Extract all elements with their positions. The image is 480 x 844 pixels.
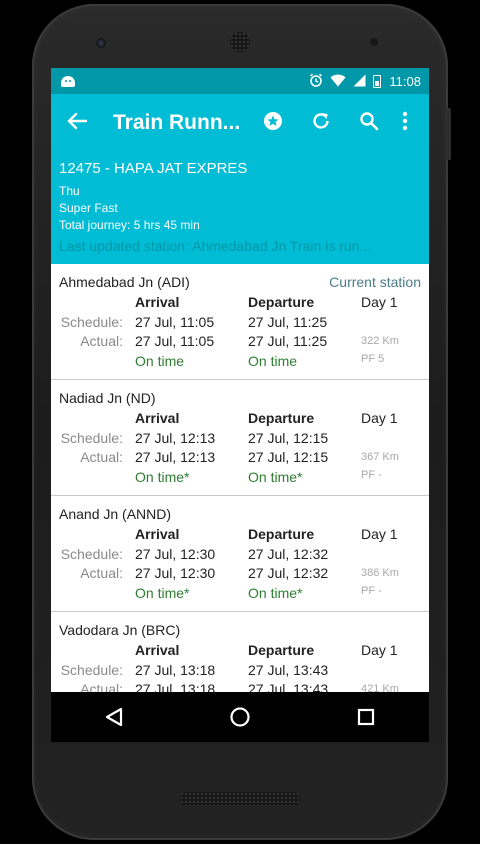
arrival-header: Arrival <box>135 642 180 658</box>
earpiece-speaker <box>230 32 250 52</box>
recents-square-icon[interactable] <box>336 697 396 737</box>
refresh-icon[interactable] <box>297 111 345 135</box>
station-day: Day 1 <box>361 526 398 542</box>
actual-label: Actual: <box>80 449 123 465</box>
departure-status: On time <box>248 353 298 369</box>
home-circle-icon[interactable] <box>210 697 270 737</box>
actual-arrival: 27 Jul, 12:30 <box>135 565 216 581</box>
station-name: Anand Jn (ANND) <box>59 506 172 522</box>
power-button <box>445 108 451 160</box>
departure-header: Departure <box>248 294 315 310</box>
scheduled-arrival: 27 Jul, 12:13 <box>135 430 216 446</box>
scheduled-departure: 27 Jul, 11:25 <box>248 314 328 330</box>
station-item[interactable]: Anand Jn (ANND) Arrival Departure Day 1 … <box>51 496 429 612</box>
actual-departure: 27 Jul, 12:15 <box>248 449 329 465</box>
screen: 11:08 Train Runn... 12475 - HAPA JAT EXP… <box>51 68 429 742</box>
app-bar: Train Runn... <box>51 94 429 152</box>
wifi-icon <box>330 74 346 89</box>
status-bar: 11:08 <box>51 68 429 94</box>
train-type: Super Fast <box>59 201 118 215</box>
station-platform: PF - <box>361 585 382 597</box>
arrow-left-icon[interactable] <box>67 110 107 136</box>
arrival-status: On time <box>135 353 185 369</box>
station-item[interactable]: Ahmedabad Jn (ADI) Current station Arriv… <box>51 264 429 380</box>
schedule-label: Schedule: <box>60 546 123 562</box>
departure-status: On time* <box>248 469 303 485</box>
station-distance: 367 Km <box>361 451 399 463</box>
signal-icon <box>353 74 366 89</box>
bottom-speaker <box>180 792 300 806</box>
station-name: Vadodara Jn (BRC) <box>59 622 181 638</box>
arrival-status: On time* <box>135 469 190 485</box>
schedule-label: Schedule: <box>60 314 123 330</box>
scheduled-departure: 27 Jul, 12:32 <box>248 546 329 562</box>
arrival-header: Arrival <box>135 526 180 542</box>
station-item[interactable]: Nadiad Jn (ND) Arrival Departure Day 1 S… <box>51 380 429 496</box>
scheduled-departure: 27 Jul, 13:43 <box>248 662 329 678</box>
departure-header: Departure <box>248 642 315 658</box>
departure-header: Departure <box>248 410 315 426</box>
android-notification-icon <box>61 75 75 87</box>
nav-bar <box>51 692 429 742</box>
scheduled-arrival: 27 Jul, 12:30 <box>135 546 216 562</box>
station-day: Day 1 <box>361 294 398 310</box>
departure-status: On time* <box>248 585 303 601</box>
current-station-label: Current station <box>329 274 421 290</box>
back-triangle-icon[interactable] <box>84 697 144 737</box>
proximity-sensor <box>370 38 378 46</box>
station-distance: 386 Km <box>361 567 399 579</box>
train-name: 12475 - HAPA JAT EXPRES <box>59 160 248 177</box>
station-name: Nadiad Jn (ND) <box>59 390 156 406</box>
scheduled-arrival: 27 Jul, 13:18 <box>135 662 216 678</box>
train-day: Thu <box>59 184 80 198</box>
last-updated-station: Last updated station: Ahmedabad Jn Train… <box>59 238 372 254</box>
scheduled-arrival: 27 Jul, 11:05 <box>135 314 215 330</box>
arrival-header: Arrival <box>135 410 180 426</box>
train-info-header: 12475 - HAPA JAT EXPRES Thu Super Fast T… <box>51 152 429 264</box>
status-time: 11:08 <box>389 73 421 89</box>
departure-header: Departure <box>248 526 315 542</box>
alarm-icon <box>309 73 323 89</box>
page-title: Train Runn... <box>113 111 241 134</box>
more-vert-icon[interactable] <box>393 111 417 135</box>
battery-icon <box>373 74 382 88</box>
star-circle-icon[interactable] <box>249 111 297 135</box>
schedule-label: Schedule: <box>60 662 123 678</box>
arrival-status: On time* <box>135 585 190 601</box>
actual-departure: 27 Jul, 11:25 <box>248 333 328 349</box>
train-journey-time: Total journey: 5 hrs 45 min <box>59 218 200 232</box>
station-day: Day 1 <box>361 642 398 658</box>
front-camera <box>96 38 106 48</box>
station-platform: PF - <box>361 469 382 481</box>
station-day: Day 1 <box>361 410 398 426</box>
actual-departure: 27 Jul, 12:32 <box>248 565 329 581</box>
actual-label: Actual: <box>80 565 123 581</box>
station-distance: 322 Km <box>361 335 399 347</box>
scheduled-departure: 27 Jul, 12:15 <box>248 430 329 446</box>
arrival-header: Arrival <box>135 294 180 310</box>
actual-arrival: 27 Jul, 11:05 <box>135 333 215 349</box>
station-platform: PF 5 <box>361 353 385 365</box>
schedule-label: Schedule: <box>60 430 123 446</box>
actual-label: Actual: <box>80 333 123 349</box>
actual-arrival: 27 Jul, 12:13 <box>135 449 216 465</box>
station-list[interactable]: Ahmedabad Jn (ADI) Current station Arriv… <box>51 264 429 728</box>
search-icon[interactable] <box>345 111 393 135</box>
